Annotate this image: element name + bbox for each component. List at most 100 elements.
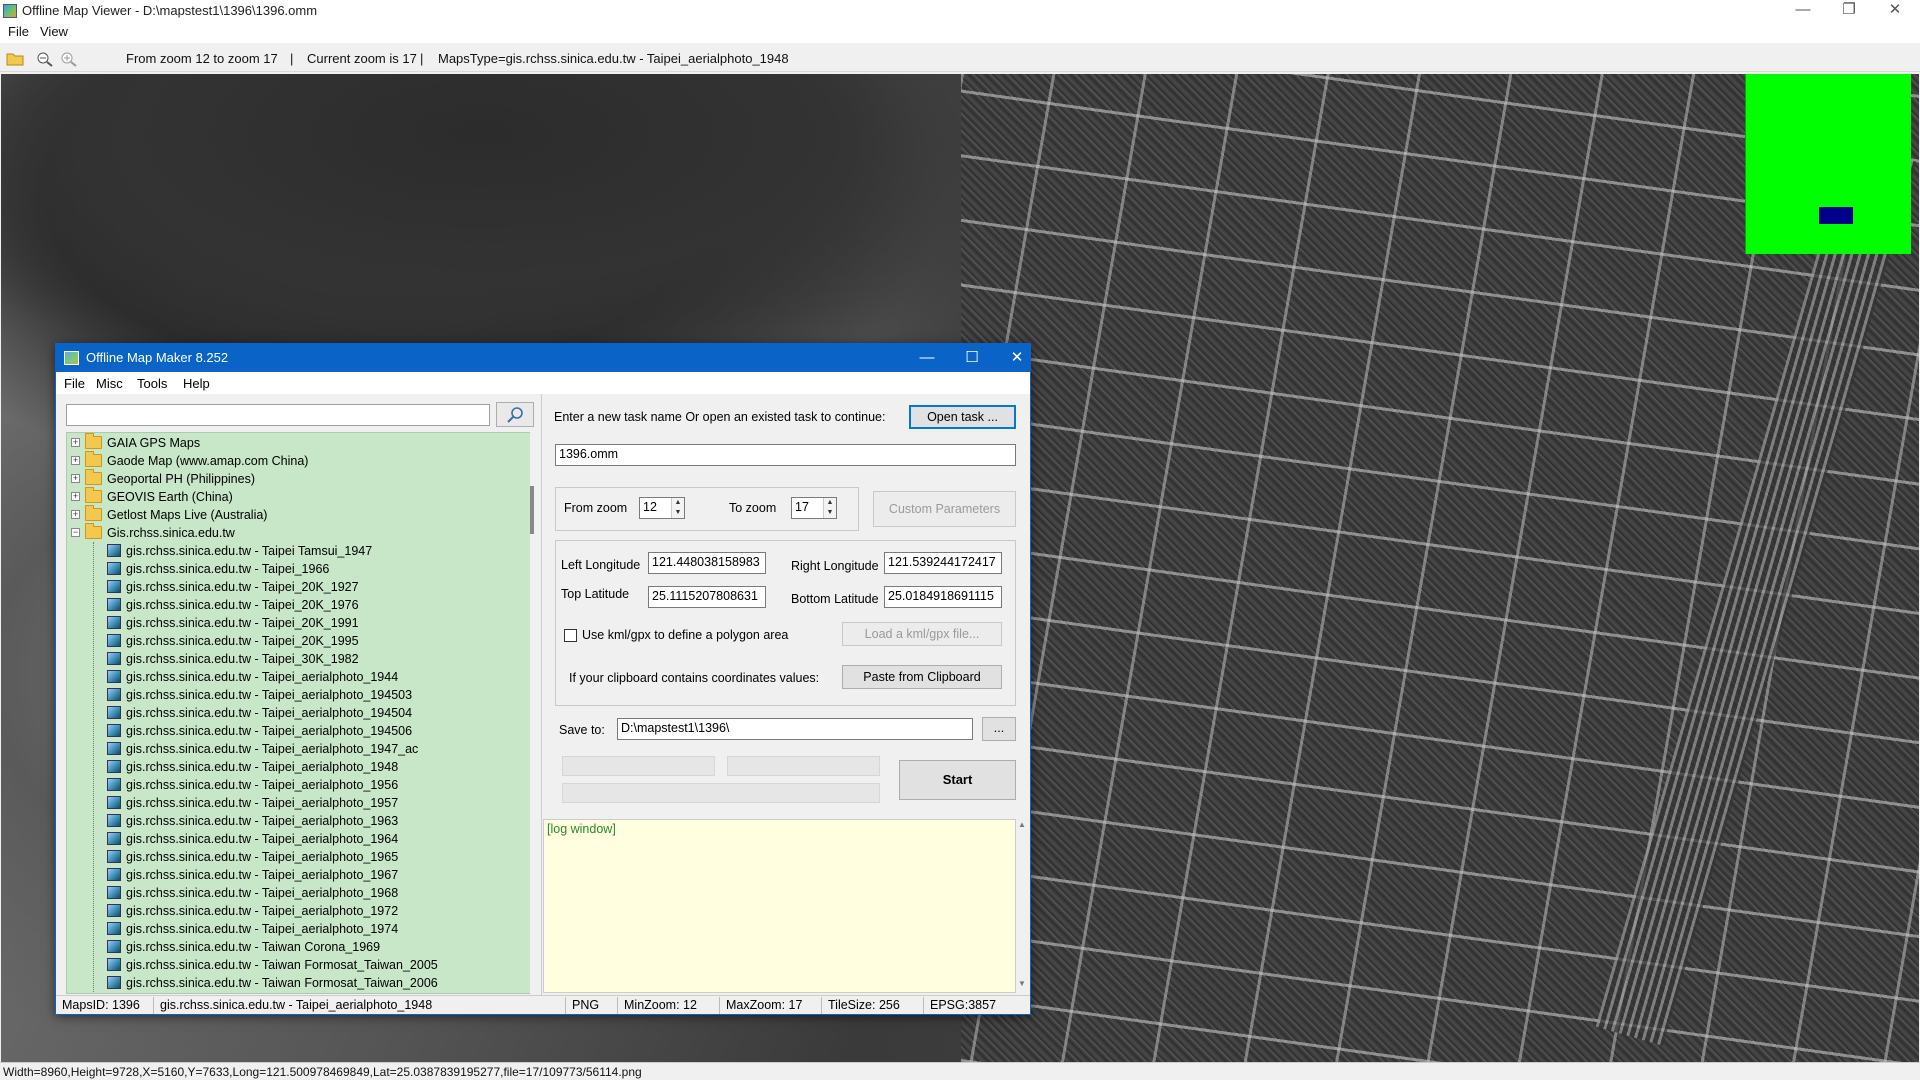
expand-icon[interactable]: +: [71, 474, 80, 483]
to-zoom-arrows[interactable]: ▲ ▼: [823, 498, 836, 518]
map-layer-icon: [107, 634, 121, 647]
app-icon: [3, 4, 17, 18]
dialog-app-icon: [64, 351, 79, 365]
start-button[interactable]: Start: [899, 760, 1016, 800]
overview-minimap[interactable]: [1745, 74, 1911, 254]
expand-icon[interactable]: +: [71, 510, 80, 519]
spin-down-icon[interactable]: ▼: [675, 509, 682, 516]
map-search-button[interactable]: [496, 402, 534, 427]
expand-icon[interactable]: +: [71, 456, 80, 465]
main-statusbar: Width=8960,Height=9728,X=5160,Y=7633,Lon…: [0, 1062, 1920, 1080]
map-source-tree[interactable]: + GAIA GPS Maps + Gaode Map (www.amap.com C…: [66, 432, 532, 994]
status-map-name: gis.rchss.sinica.edu.tw - Taipei_aerialp…: [156, 997, 566, 1014]
main-menubar: File View: [0, 22, 1920, 43]
tree-item-label: gis.rchss.sinica.edu.tw - Taipei_20K_192…: [126, 580, 359, 594]
bottom-latitude-input[interactable]: 25.0184918691115: [884, 586, 1002, 608]
map-search-input[interactable]: [66, 404, 490, 426]
toolbar-separator: |: [420, 51, 424, 66]
paste-clipboard-button[interactable]: Paste from Clipboard: [842, 665, 1002, 689]
spin-down-icon[interactable]: ▼: [827, 509, 834, 516]
map-layer-icon: [107, 562, 121, 575]
use-kml-label[interactable]: Use kml/gpx to define a polygon area: [582, 628, 788, 642]
status-format: PNG: [568, 997, 618, 1014]
status-tile-size: TileSize: 256: [824, 997, 924, 1014]
dialog-menu-misc[interactable]: Misc: [96, 376, 123, 391]
map-layer-icon: [107, 958, 121, 971]
dialog-menu-file[interactable]: File: [64, 376, 85, 391]
tree-folder-label: Gis.rchss.sinica.edu.tw: [107, 526, 235, 540]
dialog-menu-help[interactable]: Help: [183, 376, 210, 391]
status-min-zoom: MinZoom: 12: [620, 997, 720, 1014]
zoom-out-icon[interactable]: [36, 51, 54, 67]
tree-item-label: gis.rchss.sinica.edu.tw - Taipei_aerialp…: [126, 724, 413, 738]
folder-icon: [85, 469, 102, 485]
close-button[interactable]: ✕: [1872, 0, 1918, 22]
open-folder-icon[interactable]: [6, 51, 24, 67]
log-text: [log window]: [547, 822, 616, 836]
tree-scrollbar[interactable]: [530, 432, 536, 994]
expand-icon[interactable]: +: [71, 438, 80, 447]
dialog-menubar: File Misc Tools Help: [56, 372, 1030, 394]
tree-item-label: gis.rchss.sinica.edu.tw - Taipei_aerialp…: [126, 850, 399, 864]
tree-item-label: gis.rchss.sinica.edu.tw - Taipei_aerialp…: [126, 706, 413, 720]
tree-folder-label: GEOVIS Earth (China): [107, 490, 233, 504]
spin-up-icon[interactable]: ▲: [827, 499, 834, 506]
pane-divider[interactable]: [541, 394, 542, 1004]
window-titlebar: Offline Map Viewer - D:\mapstest1\1396\1…: [0, 0, 1920, 22]
map-layer-icon: [107, 616, 121, 629]
load-kml-button[interactable]: Load a kml/gpx file...: [842, 622, 1002, 646]
save-to-label: Save to:: [559, 723, 605, 737]
log-scrollbar[interactable]: ▲ ▼: [1016, 819, 1028, 993]
menu-view[interactable]: View: [40, 24, 68, 39]
offline-map-maker-dialog: Offline Map Maker 8.252 — ☐ ✕ File Misc …: [55, 343, 1031, 1015]
tree-scrollbar-thumb[interactable]: [530, 486, 534, 534]
right-longitude-input[interactable]: 121.539244172417: [884, 552, 1002, 574]
left-longitude-input[interactable]: 121.448038158983: [648, 552, 766, 574]
save-path-input[interactable]: D:\mapstest1\1396\: [617, 718, 973, 740]
minimize-button[interactable]: —: [1780, 0, 1826, 22]
dialog-close-button[interactable]: ✕: [1002, 347, 1032, 369]
tree-folder-label: Geoportal PH (Philippines): [107, 472, 255, 486]
status-text: Width=8960,Height=9728,X=5160,Y=7633,Lon…: [3, 1065, 642, 1079]
task-name-input[interactable]: 1396.omm: [555, 444, 1016, 466]
to-zoom-spinner[interactable]: 17 ▲ ▼: [791, 497, 837, 519]
expand-icon[interactable]: +: [71, 492, 80, 501]
overview-viewport-rect[interactable]: [1819, 207, 1853, 224]
collapse-icon[interactable]: −: [71, 528, 80, 537]
browse-folder-button[interactable]: ...: [982, 717, 1016, 741]
from-zoom-value: 12: [643, 500, 657, 514]
tree-item-label: gis.rchss.sinica.edu.tw - Taipei_20K_197…: [126, 598, 359, 612]
open-task-button[interactable]: Open task ...: [909, 405, 1016, 429]
map-layer-icon: [107, 778, 121, 791]
log-scroll-down-icon[interactable]: ▼: [1018, 979, 1026, 988]
map-layer-icon: [107, 976, 121, 989]
menu-file[interactable]: File: [8, 24, 29, 39]
top-latitude-input[interactable]: 25.1115207808631: [648, 586, 766, 608]
dialog-maximize-button[interactable]: ☐: [957, 347, 987, 369]
dialog-title: Offline Map Maker 8.252: [86, 350, 229, 365]
from-zoom-spinner[interactable]: 12 ▲ ▼: [639, 497, 685, 519]
tree-item-label: gis.rchss.sinica.edu.tw - Taipei_aerialp…: [126, 832, 399, 846]
dialog-titlebar[interactable]: Offline Map Maker 8.252 — ☐ ✕: [56, 344, 1030, 372]
map-layer-icon: [107, 652, 121, 665]
zoom-in-icon[interactable]: [60, 51, 78, 67]
dialog-minimize-button[interactable]: —: [912, 347, 942, 369]
tree-item-label: gis.rchss.sinica.edu.tw - Taipei_aerialp…: [126, 778, 399, 792]
log-scroll-up-icon[interactable]: ▲: [1018, 820, 1026, 829]
folder-icon: [85, 451, 102, 467]
tree-item-label: gis.rchss.sinica.edu.tw - Taipei_aerialp…: [126, 742, 419, 756]
tree-item-label: gis.rchss.sinica.edu.tw - Taipei_aerialp…: [126, 886, 399, 900]
folder-icon: [85, 487, 102, 503]
tree-item-label: gis.rchss.sinica.edu.tw - Taipei_aerialp…: [126, 868, 399, 882]
spin-up-icon[interactable]: ▲: [675, 499, 682, 506]
custom-parameters-button[interactable]: Custom Parameters: [873, 491, 1016, 527]
dialog-menu-tools[interactable]: Tools: [137, 376, 167, 391]
from-zoom-arrows[interactable]: ▲ ▼: [671, 498, 684, 518]
log-window[interactable]: [log window]: [543, 819, 1016, 993]
maps-type-text: MapsType=gis.rchss.sinica.edu.tw - Taipe…: [438, 51, 789, 66]
restore-button[interactable]: ❐: [1826, 0, 1872, 22]
use-kml-checkbox[interactable]: [564, 629, 577, 642]
map-layer-icon: [107, 832, 121, 845]
tree-item-label: gis.rchss.sinica.edu.tw - Taipei_30K_198…: [126, 652, 359, 666]
tree-item-label: gis.rchss.sinica.edu.tw - Taipei_aerialp…: [126, 922, 399, 936]
